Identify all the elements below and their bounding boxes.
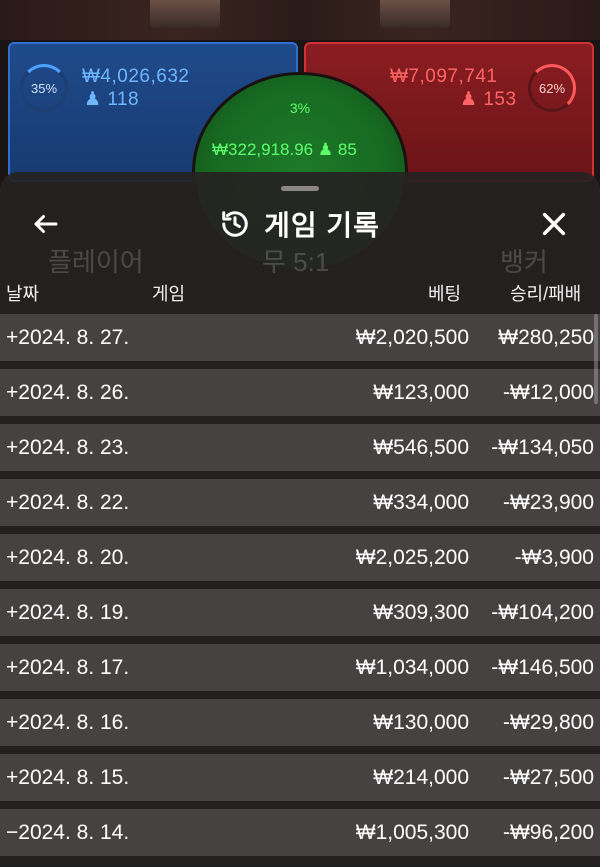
row-bet: ₩123,000 (373, 381, 469, 404)
column-header-result[interactable]: 승리/패배 (510, 280, 581, 306)
close-button[interactable] (536, 206, 572, 242)
row-result: -₩12,000 (502, 381, 594, 404)
player-count: 118 (107, 89, 140, 110)
user-icon: ♟ (84, 89, 102, 110)
row-result: -₩27,500 (502, 766, 594, 789)
row-bet: ₩334,000 (373, 491, 469, 514)
player-count-row: ♟ 118 (84, 88, 139, 111)
column-header-bet[interactable]: 베팅 (428, 280, 461, 306)
back-button[interactable] (28, 206, 64, 242)
row-date: +2024. 8. 22. (6, 491, 130, 514)
card-shape (380, 0, 450, 28)
banker-amount: ₩7,097,741 (390, 66, 498, 87)
banker-percent-ring: 62% (528, 64, 576, 112)
row-bet: ₩214,000 (373, 766, 469, 789)
player-percent: 35% (30, 80, 58, 96)
row-bet: ₩2,025,200 (355, 546, 469, 569)
game-history-sheet: 플레이어 무 5:1 뱅커 게임 기록 날짜 게임 베팅 승리/패배 +2024… (0, 172, 600, 867)
row-date: +2024. 8. 16. (6, 711, 130, 734)
row-date: +2024. 8. 19. (6, 601, 130, 624)
close-icon (542, 212, 566, 236)
row-date: +2024. 8. 20. (6, 546, 130, 569)
row-date: −2024. 8. 14. (6, 821, 130, 844)
row-result: -₩29,800 (502, 711, 594, 734)
tie-count: 85 (337, 140, 357, 159)
row-date: +2024. 8. 17. (6, 656, 130, 679)
history-list: +2024. 8. 27. ₩2,020,500 ₩280,250 +2024.… (0, 314, 600, 864)
user-icon: ♟ (460, 89, 478, 110)
history-row[interactable]: +2024. 8. 23. ₩546,500 -₩134,050 (0, 424, 600, 471)
banker-count: 153 (483, 89, 517, 110)
row-result: -₩134,050 (491, 436, 594, 459)
row-result: ₩280,250 (498, 326, 594, 349)
row-bet: ₩1,034,000 (355, 656, 469, 679)
row-result: -₩23,900 (502, 491, 594, 514)
column-header-date[interactable]: 날짜 (6, 280, 39, 306)
row-bet: ₩130,000 (373, 711, 469, 734)
column-header-game[interactable]: 게임 (152, 280, 185, 306)
tie-percent: 3% (289, 100, 311, 116)
row-result: -₩146,500 (491, 656, 594, 679)
player-percent-ring: 35% (20, 64, 68, 112)
row-bet: ₩546,500 (373, 436, 469, 459)
history-row[interactable]: +2024. 8. 15. ₩214,000 -₩27,500 (0, 754, 600, 801)
row-result: -₩3,900 (514, 546, 594, 569)
row-date: +2024. 8. 27. (6, 326, 130, 349)
drag-handle[interactable] (281, 186, 319, 191)
history-row[interactable]: +2024. 8. 19. ₩309,300 -₩104,200 (0, 589, 600, 636)
history-row[interactable]: −2024. 8. 14. ₩1,005,300 -₩96,200 (0, 809, 600, 856)
list-scrollbar[interactable] (594, 314, 598, 404)
page-title: 게임 기록 (264, 210, 380, 241)
tie-amount-row: ₩322,918.96 ♟ 85 (212, 140, 357, 160)
user-icon: ♟ (317, 140, 334, 159)
history-row[interactable]: +2024. 8. 26. ₩123,000 -₩12,000 (0, 369, 600, 416)
row-date: +2024. 8. 23. (6, 436, 130, 459)
history-row[interactable]: +2024. 8. 22. ₩334,000 -₩23,900 (0, 479, 600, 526)
banker-count-row: ♟ 153 (460, 88, 517, 111)
row-result: -₩96,200 (502, 821, 594, 844)
history-icon (222, 211, 248, 237)
banker-percent: 62% (538, 80, 566, 96)
arrow-left-icon (34, 215, 58, 233)
row-bet: ₩309,300 (373, 601, 469, 624)
sheet-header: 게임 기록 (0, 194, 600, 254)
row-date: +2024. 8. 15. (6, 766, 130, 789)
row-bet: ₩1,005,300 (355, 821, 469, 844)
history-row[interactable]: +2024. 8. 17. ₩1,034,000 -₩146,500 (0, 644, 600, 691)
row-bet: ₩2,020,500 (355, 326, 469, 349)
player-amount: ₩4,026,632 (82, 66, 190, 87)
row-date: +2024. 8. 26. (6, 381, 130, 404)
history-row[interactable]: +2024. 8. 27. ₩2,020,500 ₩280,250 (0, 314, 600, 361)
tie-amount: ₩322,918.96 (212, 140, 314, 159)
card-shape (150, 0, 220, 28)
title-group: 게임 기록 (0, 194, 600, 254)
history-row[interactable]: +2024. 8. 20. ₩2,025,200 -₩3,900 (0, 534, 600, 581)
row-result: -₩104,200 (491, 601, 594, 624)
game-table-background (0, 0, 600, 40)
history-row[interactable]: +2024. 8. 16. ₩130,000 -₩29,800 (0, 699, 600, 746)
